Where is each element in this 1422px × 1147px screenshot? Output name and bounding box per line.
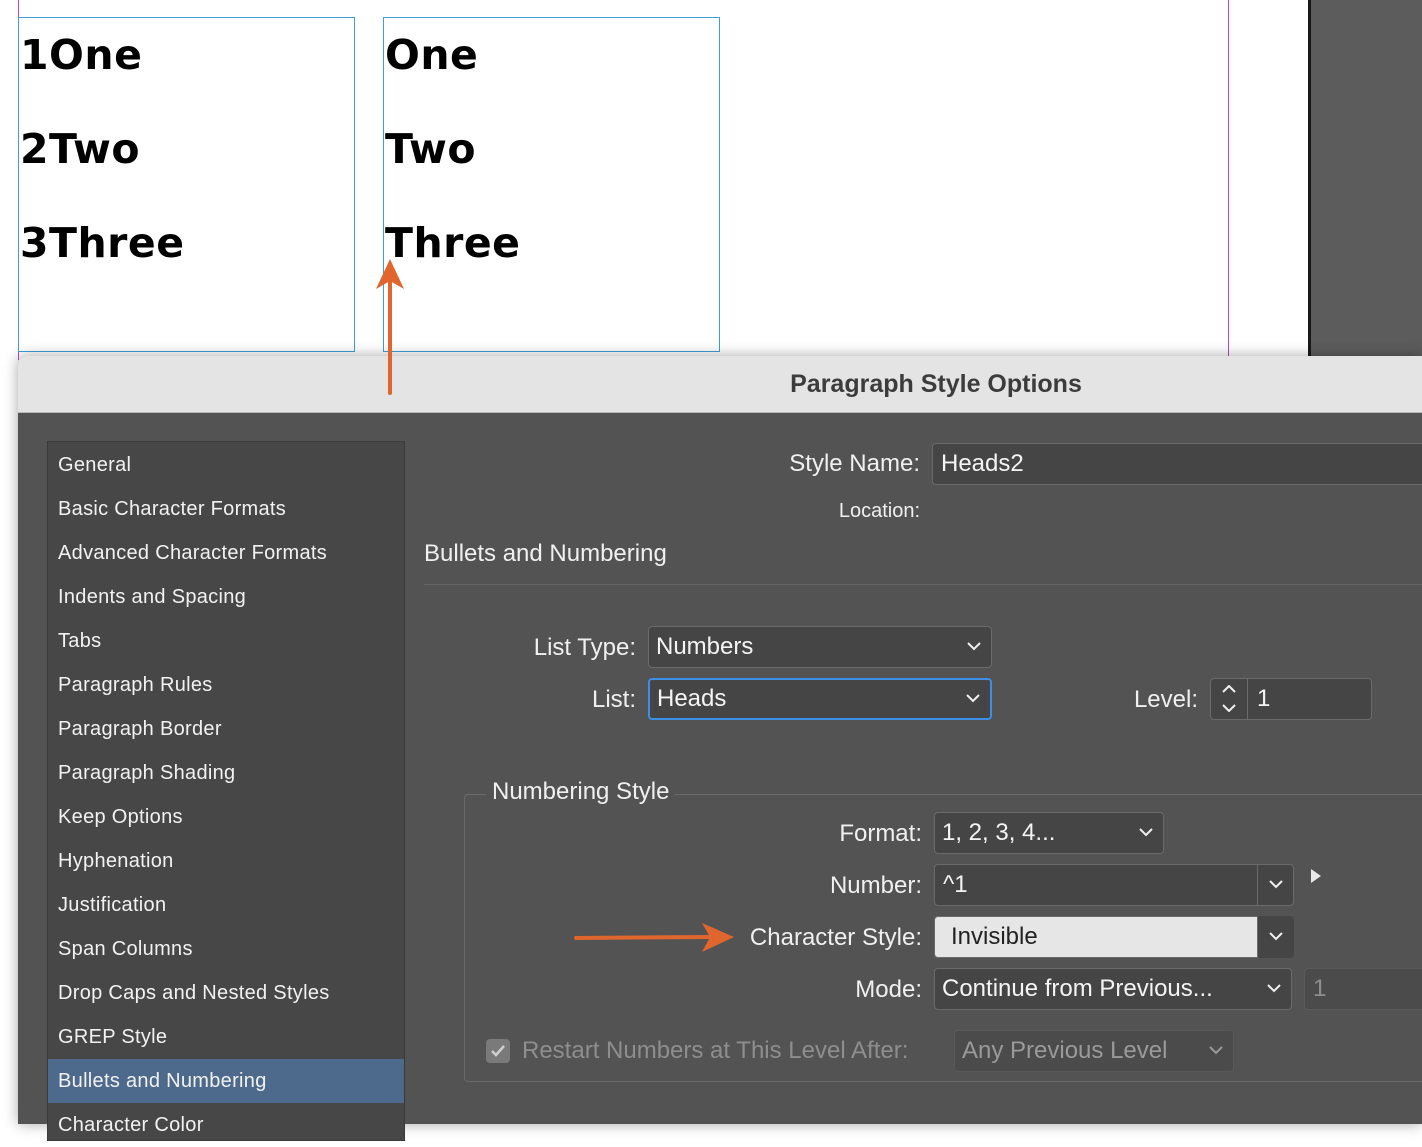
sidebar-item-label: Paragraph Border: [58, 718, 222, 740]
level-stepper[interactable]: 1: [1210, 678, 1372, 720]
chevron-down-icon: [967, 642, 981, 651]
section-title: Bullets and Numbering: [424, 540, 667, 567]
chevron-down-icon: [1209, 1046, 1223, 1055]
level-value: 1: [1257, 685, 1271, 712]
text-frame-invisible-numbers[interactable]: One Two Three: [383, 17, 720, 352]
list-type-label: List Type:: [533, 634, 636, 661]
mode-label: Mode:: [855, 976, 922, 1003]
style-name-label: Style Name:: [789, 450, 920, 477]
sidebar-item-grep-style[interactable]: GREP Style: [48, 1015, 404, 1059]
special-character-menu-icon[interactable]: [1310, 868, 1322, 884]
section-divider: [424, 584, 1422, 585]
sidebar-item-label: Span Columns: [58, 938, 193, 960]
sidebar-item-label: Advanced Character Formats: [58, 542, 328, 564]
checkmark-icon: [491, 1045, 505, 1057]
list-label: List:: [591, 686, 636, 713]
numbering-style-title: Numbering Style: [486, 778, 676, 806]
sidebar-item-justification[interactable]: Justification: [48, 883, 404, 927]
number-value: ^1: [943, 871, 968, 898]
sidebar-item-paragraph-border[interactable]: Paragraph Border: [48, 707, 404, 751]
sidebar-item-label: Indents and Spacing: [58, 586, 247, 608]
sidebar-item-basic-character-formats[interactable]: Basic Character Formats: [48, 487, 404, 531]
sidebar-item-drop-caps-and-nested-styles[interactable]: Drop Caps and Nested Styles: [48, 971, 404, 1015]
sidebar-item-label: Basic Character Formats: [58, 498, 287, 520]
list-type-select[interactable]: Numbers: [648, 626, 992, 668]
sidebar-item-indents-and-spacing[interactable]: Indents and Spacing: [48, 575, 404, 619]
mode-start-value: 1: [1313, 975, 1327, 1002]
sidebar-item-label: Tabs: [58, 630, 102, 652]
sidebar-item-keep-options[interactable]: Keep Options: [48, 795, 404, 839]
list-value: Heads: [657, 685, 727, 712]
restart-numbers-label: Restart Numbers at This Level After:: [522, 1037, 909, 1064]
format-label: Format:: [839, 820, 922, 847]
chevron-down-icon: [966, 694, 980, 703]
sidebar-item-label: Keep Options: [58, 806, 183, 828]
sidebar-item-label: GREP Style: [58, 1026, 168, 1048]
restart-numbers-checkbox[interactable]: [486, 1039, 510, 1063]
sidebar-item-bullets-and-numbering[interactable]: Bullets and Numbering: [48, 1059, 404, 1103]
sidebar-item-label: Justification: [58, 894, 167, 916]
mode-select[interactable]: Continue from Previous...: [934, 968, 1292, 1010]
chevron-down-icon: [1267, 984, 1281, 993]
annotation-arrow-up: [376, 259, 404, 395]
mode-start-input: 1: [1304, 968, 1422, 1010]
chevron-down-icon: [1269, 932, 1283, 941]
sidebar-item-character-color[interactable]: Character Color: [48, 1103, 404, 1147]
format-select[interactable]: 1, 2, 3, 4...: [934, 812, 1164, 854]
character-style-select[interactable]: Invisible: [934, 916, 1294, 958]
sidebar-item-span-columns[interactable]: Span Columns: [48, 927, 404, 971]
category-sidebar: General Basic Character Formats Advanced…: [47, 441, 405, 1141]
character-style-dropdown-button[interactable]: [1257, 916, 1294, 958]
sidebar-item-label: Character Color: [58, 1114, 204, 1136]
list-select[interactable]: Heads: [648, 678, 992, 720]
chevron-up-icon[interactable]: [1222, 685, 1236, 693]
frame-line: 2Two: [20, 125, 141, 173]
frame-line: One: [385, 31, 479, 79]
sidebar-item-paragraph-rules[interactable]: Paragraph Rules: [48, 663, 404, 707]
dialog-titlebar[interactable]: Paragraph Style Options: [18, 356, 1422, 413]
dialog-title: Paragraph Style Options: [790, 370, 1082, 398]
number-label: Number:: [829, 872, 922, 899]
pasteboard: [1311, 0, 1422, 360]
sidebar-item-general[interactable]: General: [48, 443, 404, 487]
number-input[interactable]: ^1: [934, 864, 1294, 906]
sidebar-item-label: General: [58, 454, 132, 476]
sidebar-item-paragraph-shading[interactable]: Paragraph Shading: [48, 751, 404, 795]
frame-line: 1One: [20, 31, 143, 79]
sidebar-item-label: Hyphenation: [58, 850, 174, 872]
annotation-arrow-right: [574, 923, 734, 952]
paragraph-style-options-dialog: Paragraph Style Options General Basic Ch…: [18, 356, 1422, 1141]
list-type-value: Numbers: [656, 633, 754, 660]
format-value: 1, 2, 3, 4...: [942, 819, 1056, 846]
chevron-down-icon: [1139, 828, 1153, 837]
style-name-input[interactable]: Heads2: [932, 443, 1422, 485]
character-style-value: Invisible: [951, 923, 1038, 950]
level-label: Level:: [1133, 686, 1198, 713]
level-stepper-arrows[interactable]: [1211, 679, 1248, 719]
frame-line: 3Three: [20, 219, 185, 267]
document-canvas: 1One 2Two 3Three One Two Three: [0, 0, 1422, 360]
text-frame-numbered[interactable]: 1One 2Two 3Three: [18, 17, 355, 352]
restart-level-value: Any Previous Level: [962, 1037, 1168, 1064]
sidebar-item-label: Paragraph Rules: [58, 674, 213, 696]
number-dropdown-button[interactable]: [1257, 864, 1294, 906]
location-label: Location:: [838, 500, 920, 522]
sidebar-item-label: Bullets and Numbering: [58, 1070, 267, 1092]
sidebar-item-advanced-character-formats[interactable]: Advanced Character Formats: [48, 531, 404, 575]
sidebar-item-label: Drop Caps and Nested Styles: [58, 982, 330, 1004]
mode-value: Continue from Previous...: [942, 975, 1213, 1002]
chevron-down-icon: [1269, 880, 1283, 889]
frame-line: Two: [385, 125, 477, 173]
chevron-down-icon[interactable]: [1222, 704, 1236, 712]
page-margin-right: [1228, 0, 1229, 360]
sidebar-item-tabs[interactable]: Tabs: [48, 619, 404, 663]
restart-level-select: Any Previous Level: [954, 1030, 1234, 1072]
sidebar-item-hyphenation[interactable]: Hyphenation: [48, 839, 404, 883]
sidebar-item-label: Paragraph Shading: [58, 762, 236, 784]
